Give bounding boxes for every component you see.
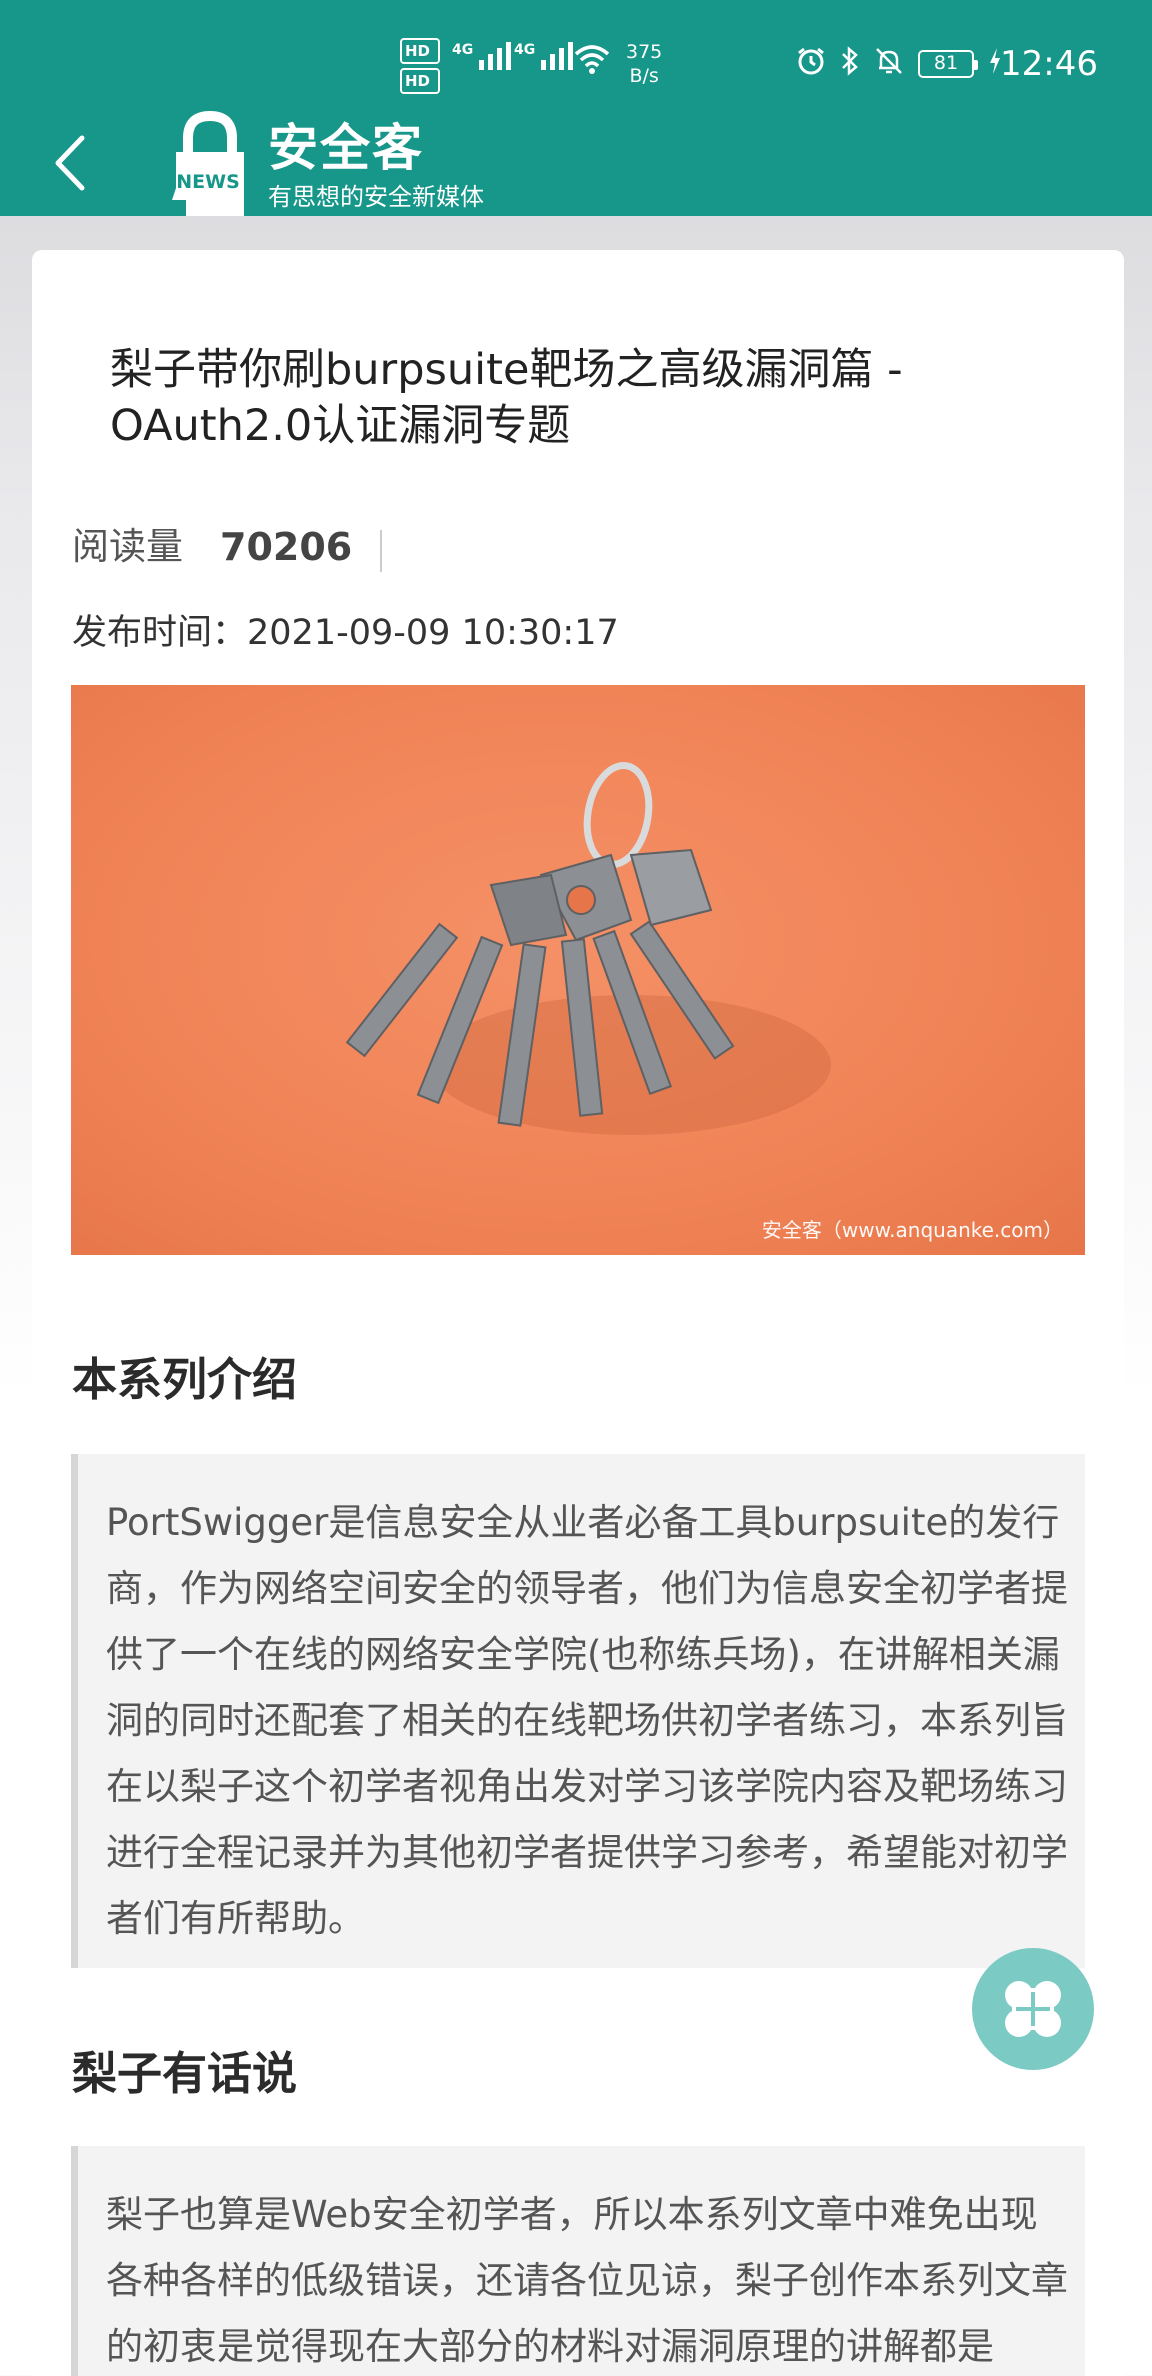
hd2-label: HD — [400, 68, 440, 94]
back-button[interactable] — [46, 130, 96, 196]
brand-name: 安全客 — [268, 119, 424, 177]
logo-lock-icon: NEWS — [166, 108, 252, 216]
publish-time: 发布时间：2021-09-09 10:30:17 — [72, 608, 619, 658]
battery-icon: 81 — [918, 50, 978, 78]
article-title: 梨子带你刷burpsuite靶场之高级漏洞篇 - OAuth2.0认证漏洞专题 — [110, 345, 903, 451]
chevron-left-icon — [55, 135, 85, 191]
read-count: 70206 — [220, 525, 353, 569]
section-heading-notes: 梨子有话说 — [72, 2047, 298, 2100]
clock: 12:46 — [1000, 44, 1098, 84]
four-petal-menu-icon — [1005, 1981, 1061, 2037]
bluetooth-icon — [840, 46, 860, 82]
mute-icon — [874, 46, 904, 82]
app-header: HD HD 4G 4G 375 B/s 81 12:46 NEWS 安全客 有思… — [0, 0, 1152, 216]
signal-icon-2: 4G — [514, 42, 574, 70]
keys-illustration — [345, 761, 831, 1135]
publish-label: 发布时间： — [72, 613, 248, 653]
signal-icon: 4G — [452, 42, 512, 70]
network-speed: 375 B/s — [626, 40, 662, 88]
network-type-2: 4G — [514, 42, 536, 58]
brand-slogan: 有思想的安全新媒体 — [268, 183, 484, 211]
article-card: 梨子带你刷burpsuite靶场之高级漏洞篇 - OAuth2.0认证漏洞专题 … — [32, 250, 1124, 2376]
image-watermark: 安全客（www.anquanke.com） — [761, 1218, 1063, 1242]
publish-time-value: 2021-09-09 10:30:17 — [247, 613, 619, 653]
status-icons: 81 — [796, 46, 1002, 82]
logo-badge-text: NEWS — [176, 171, 240, 193]
alarm-icon — [796, 46, 826, 82]
section-quote-notes: 梨子也算是Web安全初学者，所以本系列文章中难免出现各种各样的低级错误，还请各位… — [71, 2146, 1085, 2376]
floating-menu-button[interactable] — [972, 1948, 1094, 2070]
speed-value: 375 — [626, 41, 663, 63]
meta-divider — [380, 530, 382, 572]
speed-unit: B/s — [629, 65, 659, 87]
read-label: 阅读量 — [72, 525, 183, 568]
article-hero-image: 安全客（www.anquanke.com） — [71, 685, 1085, 1255]
section-quote-intro: PortSwigger是信息安全从业者必备工具burpsuite的发行商，作为网… — [71, 1454, 1085, 1968]
hd-indicator: HD HD — [400, 38, 440, 98]
hd1-label: HD — [400, 38, 440, 64]
status-bar: HD HD 4G 4G 375 B/s 81 12:46 — [0, 0, 1152, 120]
section-heading-intro: 本系列介绍 — [72, 1353, 298, 1406]
network-type-1: 4G — [452, 42, 474, 58]
wifi-icon — [574, 44, 610, 80]
